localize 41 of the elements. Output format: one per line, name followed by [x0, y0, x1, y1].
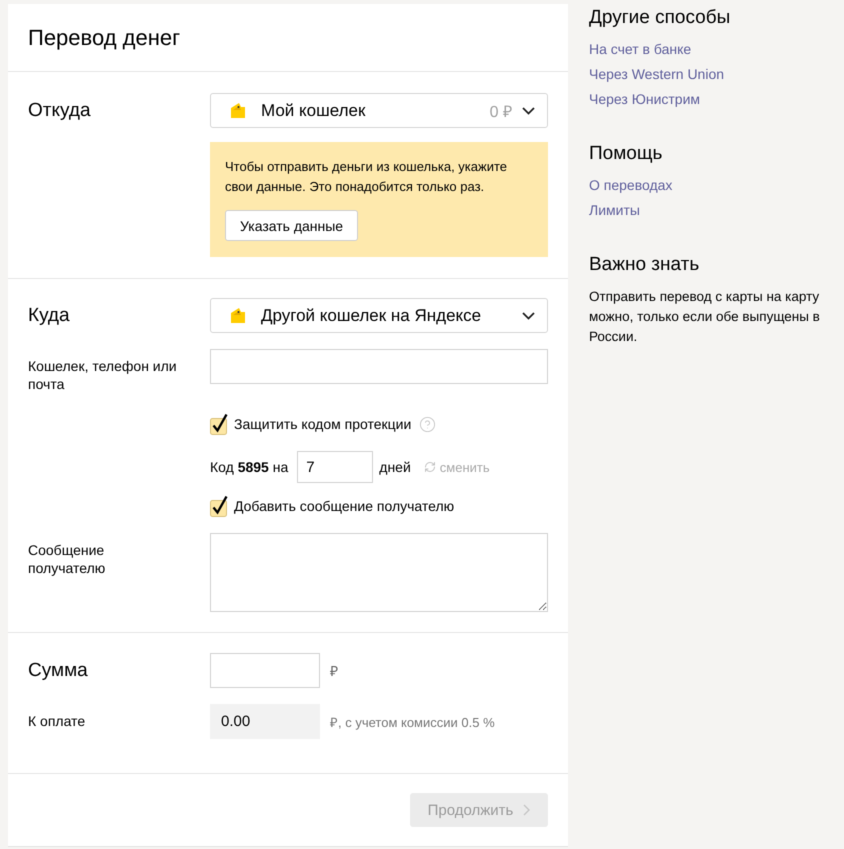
sidebar-heading: Другие способы [589, 6, 732, 30]
field-label: Сообщение получателю [28, 541, 106, 577]
section-label: Откуда [28, 99, 92, 123]
help-icon[interactable] [419, 416, 436, 432]
payable-amount-field: 0.00 [210, 704, 320, 739]
sidebar-link[interactable]: Через Western Union [589, 62, 724, 87]
wallet-icon [230, 307, 246, 324]
checkbox[interactable] [210, 413, 230, 435]
field-label: Кошелек, телефон или почта [28, 357, 178, 393]
message-textarea[interactable] [210, 533, 548, 612]
destination-select[interactable]: Другой кошелек на Яндексе [210, 298, 548, 333]
sidebar-link[interactable]: О переводах [589, 173, 672, 198]
commission-note: ₽, с учетом комиссии 0.5 % [330, 714, 495, 730]
recipient-input[interactable] [210, 349, 548, 384]
sidebar-heading: Важно знать [589, 253, 700, 277]
section-label: Куда [28, 304, 71, 328]
source-select[interactable]: Мой кошелек 0 ₽ [210, 93, 548, 128]
sidebar-link[interactable]: Через Юнистрим [589, 87, 700, 112]
info-text: Отправить перевод с карты на карту можно, только если обе выпущены в России. [589, 288, 821, 346]
sidebar-link[interactable]: Лимиты [589, 198, 640, 223]
refresh-icon [424, 461, 436, 473]
page-title: Перевод денег [28, 24, 182, 52]
days-unit: дней [379, 459, 411, 475]
field-label: К оплате [28, 712, 86, 731]
section-label: Сумма [28, 659, 89, 683]
balance-amount: 0 ₽ [490, 102, 512, 122]
protection-code-text: Код 5895 на [210, 459, 288, 475]
checkbox[interactable] [210, 495, 230, 517]
chevron-right-icon [523, 804, 530, 816]
wallet-icon [230, 102, 246, 119]
checkbox-label: Добавить сообщение получателю [234, 498, 454, 514]
sidebar-link[interactable]: На счет в банке [589, 37, 692, 62]
enter-details-button[interactable]: Указать данные [225, 210, 358, 241]
checkbox-label: Защитить кодом протекции [234, 416, 412, 432]
chevron-down-icon [522, 312, 535, 320]
sidebar-heading: Помощь [589, 142, 664, 166]
chevron-down-icon [522, 106, 535, 114]
currency-sign: ₽ [330, 662, 338, 680]
amount-input[interactable] [210, 653, 320, 688]
notice-text: Чтобы отправить деньги из кошелька, укажите свои данные. Это понадобится только раз. [225, 158, 508, 196]
days-input[interactable]: 7 [297, 451, 374, 483]
